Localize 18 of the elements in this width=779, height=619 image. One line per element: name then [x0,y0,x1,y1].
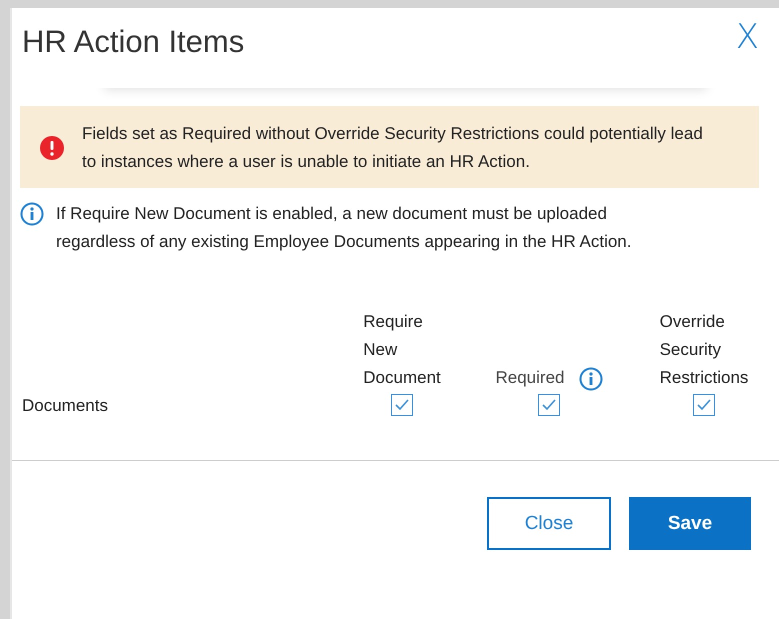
checkbox[interactable] [693,394,715,416]
dialog-title: HR Action Items [22,24,244,60]
checkbox[interactable] [391,394,413,416]
close-button[interactable]: Close [487,497,611,550]
checkmark-icon [541,398,557,412]
save-button[interactable]: Save [629,497,751,550]
close-button[interactable]: X [736,20,759,54]
column-header: Require New Document [363,311,441,389]
info-icon [20,202,44,226]
checkmark-icon [394,398,410,412]
info-text: If Require New Document is enabled, a new document must be uploaded regardless of any existing Employee Documents appearing in the HR Action. [56,203,632,253]
row-label: Documents [22,396,109,416]
error-icon [40,136,64,160]
checkbox[interactable] [538,394,560,416]
column-header: Required [496,367,564,389]
warning-text: Fields set as Required without Override Security Restrictions could potentially lead to instances where a user is unable to initiate an HR Action. [82,123,704,173]
checkmark-icon [696,398,712,412]
column-header: Override Security Restrictions [660,311,748,389]
